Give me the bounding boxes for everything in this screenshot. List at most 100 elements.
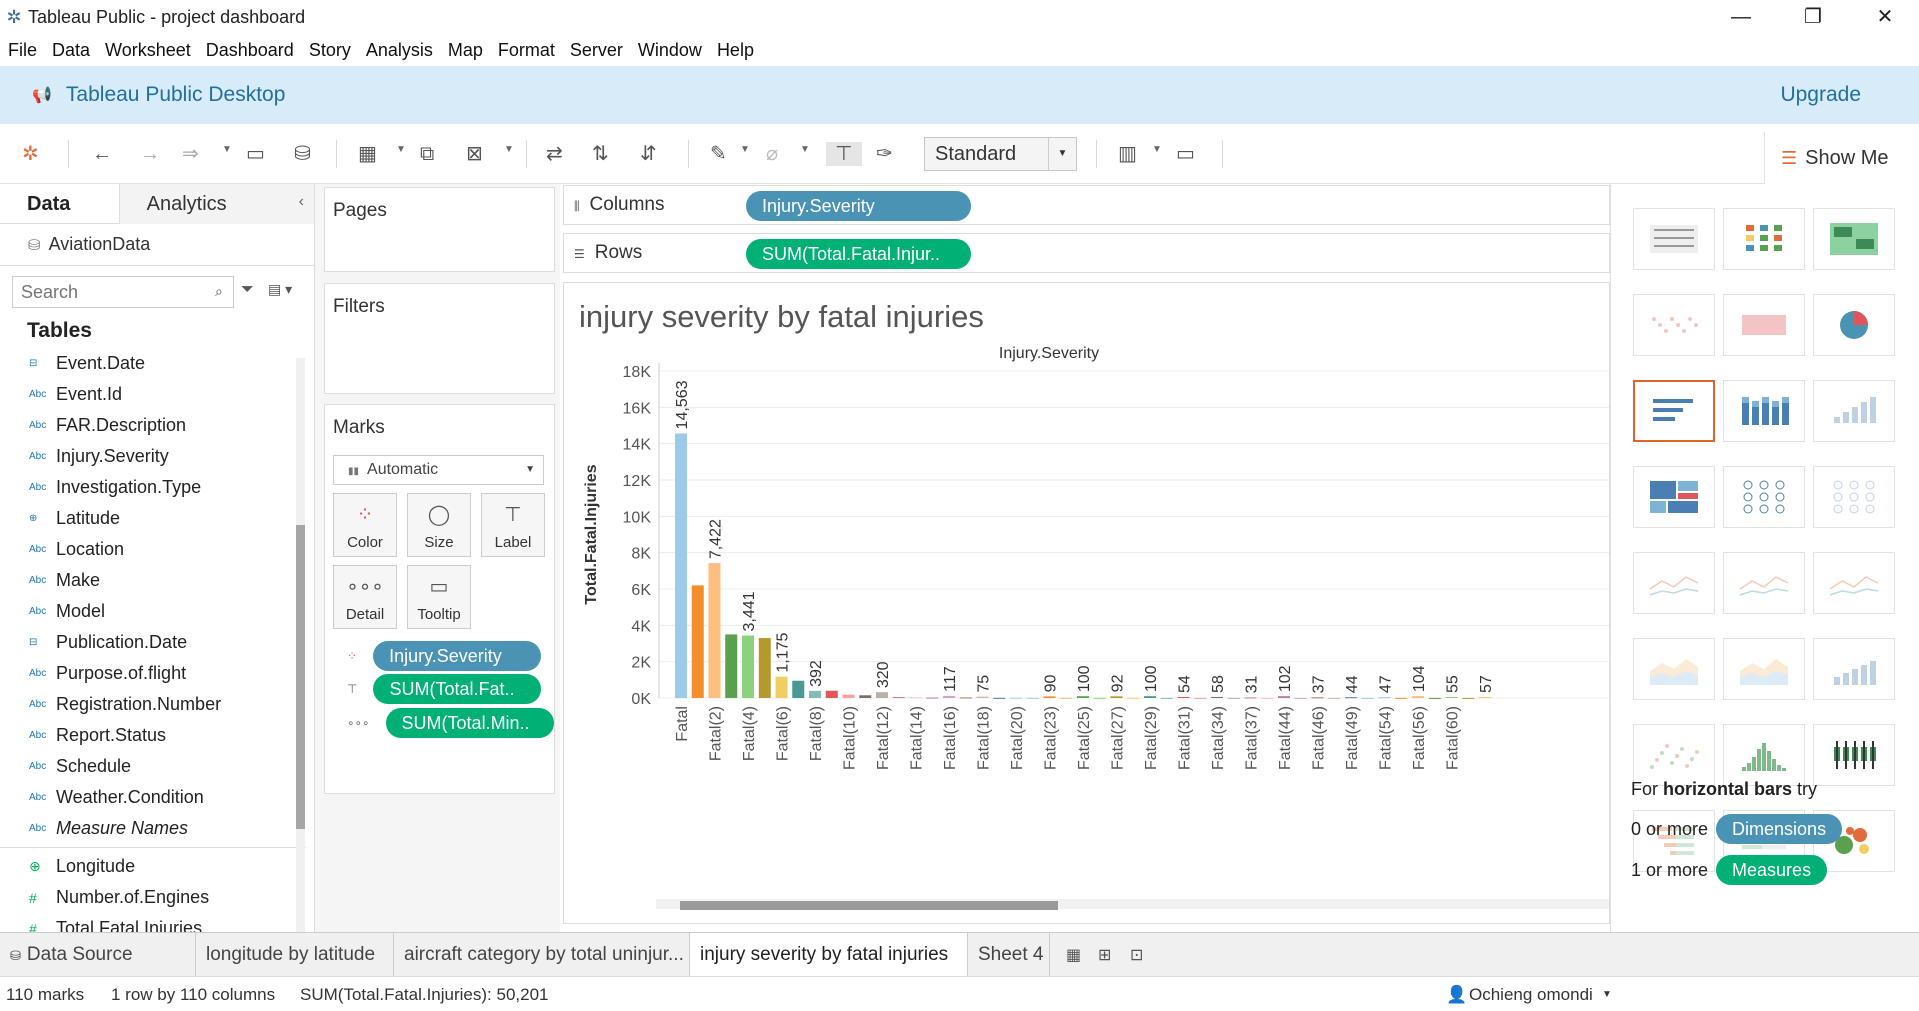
size-button[interactable]: ◯ Size [407,493,471,557]
show-me-vbar[interactable] [1813,380,1895,442]
filter-icon[interactable]: ⏷ [241,281,254,299]
fit-select[interactable]: Standard ▼ [924,137,1077,171]
show-me-highlight[interactable] [1813,208,1895,270]
marks-pill-label[interactable]: SUM(Total.Fat.. [373,674,542,704]
tooltip-button[interactable]: ▭ Tooltip [407,565,471,629]
rows-pill[interactable]: SUM(Total.Fatal.Injur.. [746,239,971,269]
field-item[interactable]: ⊟ Publication.Date [0,627,314,658]
menu-server[interactable]: Server [570,40,623,61]
tab-sheet-4[interactable]: Sheet 4 [968,933,1050,977]
chevron-down-icon[interactable]: ▼ [1602,989,1612,1000]
show-me-dualline[interactable] [1813,552,1895,614]
tab-sheet-injury[interactable]: injury severity by fatal injuries [690,933,968,977]
tab-data-source[interactable]: ⛁ Data Source [0,933,196,977]
marks-pill-color[interactable]: Injury.Severity [373,641,542,671]
field-item[interactable]: Abc Measure Names [0,813,314,844]
show-me-symbolmap[interactable] [1633,294,1715,356]
presentation-icon[interactable]: ▭ [1176,142,1195,166]
mark-type-select[interactable]: ▮▮ Automatic ▼ [333,455,544,485]
label-button[interactable]: ⊤ Label [481,493,545,557]
field-item[interactable]: Abc Investigation.Type [0,472,314,503]
field-item[interactable]: Abc Purpose.of.flight [0,658,314,689]
new-sheet-icon[interactable]: ▦ [358,142,377,166]
new-dashboard-icon[interactable]: ⊞ [1098,945,1111,965]
upgrade-link[interactable]: Upgrade [1780,83,1861,107]
show-me-heat[interactable] [1723,208,1805,270]
field-item[interactable]: # Total.Fatal.Injuries [0,913,314,932]
search-input[interactable] [12,276,234,308]
detail-button[interactable]: ∘∘∘ Detail [333,565,397,629]
restore-button[interactable]: ❐ [1778,0,1848,34]
menu-map[interactable]: Map [448,40,483,61]
menu-story[interactable]: Story [309,40,351,61]
pages-card[interactable]: Pages [324,187,555,272]
field-item[interactable]: Abc Event.Id [0,379,314,410]
field-item[interactable]: Abc Location [0,534,314,565]
menu-analysis[interactable]: Analysis [366,40,433,61]
show-labels-icon[interactable]: ⊤ [826,142,862,166]
field-item[interactable]: Abc Injury.Severity [0,441,314,472]
group-icon[interactable]: ⌀ [766,142,778,166]
datasource-item[interactable]: ⛁ AviationData [0,224,314,266]
field-item[interactable]: Abc Model [0,596,314,627]
marks-pill-detail[interactable]: SUM(Total.Min.. [385,708,554,738]
close-button[interactable]: ✕ [1850,0,1919,34]
sort-descending-icon[interactable]: ⇵ [640,142,657,166]
columns-shelf[interactable]: ⫼ Columns Injury.Severity [563,185,1610,225]
new-datasource-icon[interactable]: ⛁ [294,142,311,166]
new-worksheet-icon[interactable]: ▦ [1066,945,1081,965]
show-me-areaD[interactable] [1723,638,1805,700]
menu-help[interactable]: Help [717,40,754,61]
menu-worksheet[interactable]: Worksheet [105,40,191,61]
sort-ascending-icon[interactable]: ⇅ [592,142,609,166]
save-icon[interactable]: ▭ [246,142,265,166]
undo-icon[interactable]: ← [92,142,112,166]
show-cards-icon[interactable]: ▥ [1118,142,1137,166]
show-me-line[interactable] [1633,552,1715,614]
field-item[interactable]: ⊟ Event.Date [0,348,314,379]
view-options-icon[interactable]: ▤ ▾ [268,281,292,298]
pin-icon[interactable]: ✑ [876,142,893,166]
field-item[interactable]: Abc Registration.Number [0,689,314,720]
new-story-icon[interactable]: ⊡ [1130,945,1143,965]
menu-window[interactable]: Window [638,40,702,61]
field-item[interactable]: # Number.of.Engines [0,882,314,913]
show-me-area[interactable] [1633,638,1715,700]
status-user[interactable]: Ochieng omondi [1469,985,1593,1005]
chart-hscrollbar-thumb[interactable] [680,901,1058,910]
bar-chart[interactable]: Injury.Severity 0K 2K 4K 6K 8K 10K 12K 14K 16K 18K… [564,283,1610,893]
tableau-home-icon[interactable]: ✲ [22,142,39,166]
collapse-icon[interactable]: ‹ [299,193,304,211]
show-me-pie[interactable] [1813,294,1895,356]
field-item[interactable]: Abc Report.Status [0,720,314,751]
menu-data[interactable]: Data [52,40,90,61]
show-me-button[interactable]: ☰ Show Me [1764,132,1919,184]
menu-dashboard[interactable]: Dashboard [206,40,294,61]
show-me-lineD[interactable] [1723,552,1805,614]
field-item[interactable]: Abc Schedule [0,751,314,782]
menu-format[interactable]: Format [498,40,555,61]
show-me-filledmap[interactable] [1723,294,1805,356]
tab-analytics[interactable]: Analytics ‹ [119,184,314,224]
show-me-text[interactable] [1633,208,1715,270]
field-item[interactable]: Abc FAR.Description [0,410,314,441]
field-item[interactable]: Abc Weather.Condition [0,782,314,813]
show-me-scatter[interactable] [1633,724,1715,786]
filters-card[interactable]: Filters [324,283,555,394]
tab-sheet-aircraft[interactable]: aircraft category by total uninjur... [394,933,690,977]
minimize-button[interactable]: — [1706,0,1776,34]
clear-sheet-icon[interactable]: ⊠ [466,142,483,166]
show-me-boxplot[interactable] [1813,724,1895,786]
show-me-circles[interactable] [1723,466,1805,528]
field-item[interactable]: ⊕ Longitude [0,851,314,882]
swap-icon[interactable]: ⇄ [546,142,563,166]
tab-data[interactable]: Data [0,184,120,224]
tab-sheet-longitude[interactable]: longitude by latitude [196,933,394,977]
redo-icon[interactable]: → [140,142,160,166]
columns-pill[interactable]: Injury.Severity [746,191,971,221]
field-scrollbar-thumb[interactable] [296,525,305,829]
show-me-stackhbar[interactable] [1723,380,1805,442]
show-me-dualcombo[interactable] [1813,638,1895,700]
replay-icon[interactable]: ⇒ [182,142,199,166]
show-me-hbar[interactable] [1633,380,1715,442]
